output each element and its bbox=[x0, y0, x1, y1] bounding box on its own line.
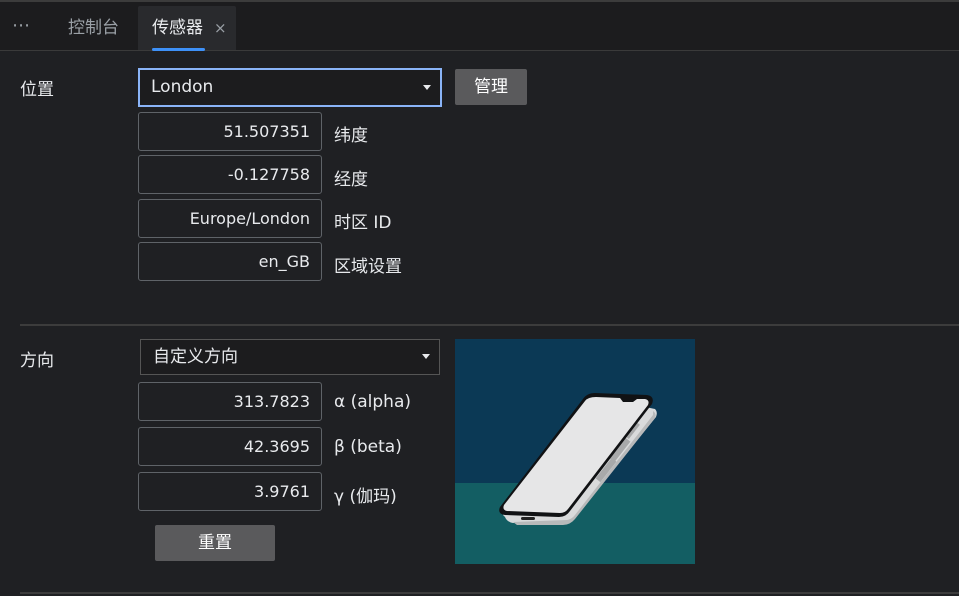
close-icon[interactable]: × bbox=[214, 6, 227, 50]
reset-button[interactable]: 重置 bbox=[155, 525, 275, 561]
gamma-input[interactable]: 3.9761 bbox=[138, 472, 322, 511]
latitude-label: 纬度 bbox=[334, 126, 368, 146]
longitude-label: 经度 bbox=[334, 170, 368, 190]
phone-model-icon bbox=[499, 393, 657, 525]
locale-label: 区域设置 bbox=[334, 257, 402, 277]
tab-sensors[interactable]: 传感器 × bbox=[138, 6, 236, 51]
beta-input[interactable]: 42.3695 bbox=[138, 427, 322, 466]
orientation-section-label: 方向 bbox=[20, 351, 54, 371]
section-divider bbox=[20, 324, 959, 326]
sensors-panel: 位置 London 管理 51.507351 纬度 -0.127758 经度 E… bbox=[0, 51, 959, 596]
gamma-label: γ (伽玛) bbox=[334, 487, 397, 507]
timezone-input[interactable]: Europe/London bbox=[138, 199, 322, 238]
chevron-down-icon bbox=[422, 354, 430, 359]
tab-strip: ⋯ 控制台 传感器 × bbox=[0, 0, 959, 51]
chevron-down-icon bbox=[423, 85, 431, 90]
more-tabs-icon[interactable]: ⋯ bbox=[12, 14, 42, 38]
latitude-input[interactable]: 51.507351 bbox=[138, 112, 322, 151]
location-select-value: London bbox=[151, 77, 214, 97]
location-select[interactable]: London bbox=[138, 68, 442, 107]
orientation-preview[interactable] bbox=[455, 339, 695, 564]
orientation-select-value: 自定义方向 bbox=[153, 347, 238, 367]
manage-button[interactable]: 管理 bbox=[455, 69, 527, 105]
location-section-label: 位置 bbox=[20, 80, 54, 100]
tab-sensors-label: 传感器 bbox=[152, 18, 203, 38]
locale-input[interactable]: en_GB bbox=[138, 242, 322, 281]
orientation-select[interactable]: 自定义方向 bbox=[140, 339, 440, 375]
bottom-divider bbox=[20, 592, 959, 594]
alpha-input[interactable]: 313.7823 bbox=[138, 382, 322, 421]
alpha-label: α (alpha) bbox=[334, 392, 411, 412]
longitude-input[interactable]: -0.127758 bbox=[138, 155, 322, 194]
timezone-label: 时区 ID bbox=[334, 213, 392, 233]
tab-console[interactable]: 控制台 bbox=[68, 6, 119, 50]
beta-label: β (beta) bbox=[334, 437, 402, 457]
